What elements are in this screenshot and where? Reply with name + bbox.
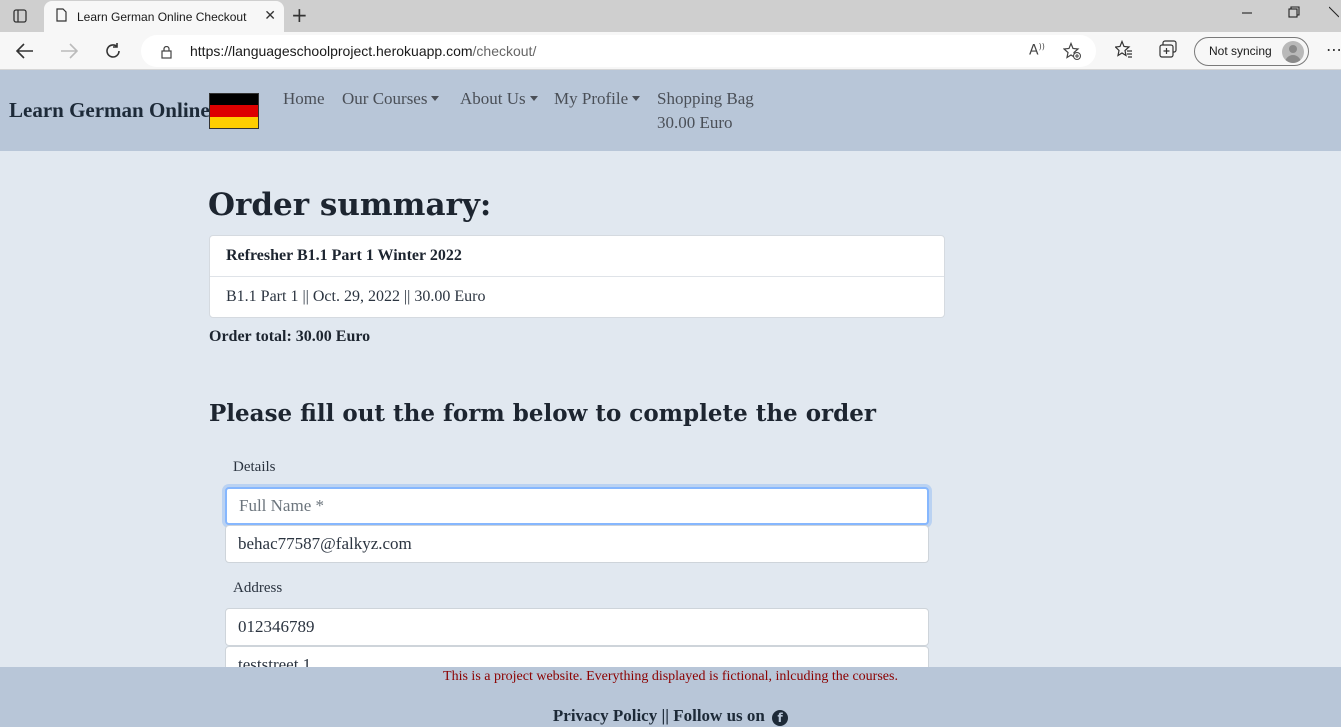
shopping-bag-total[interactable]: 30.00 Euro bbox=[657, 113, 733, 133]
read-aloud-icon[interactable]: A)) bbox=[1029, 42, 1045, 59]
collections-icon[interactable] bbox=[1159, 40, 1177, 62]
form-heading: Please fill out the form below to comple… bbox=[209, 400, 876, 427]
nav-home-link[interactable]: Home bbox=[283, 89, 325, 109]
footer-links: Privacy Policy || Follow us on f bbox=[0, 706, 1341, 726]
nav-our-courses-label: Our Courses bbox=[342, 89, 428, 108]
facebook-icon[interactable]: f bbox=[772, 710, 789, 726]
profile-sync-button[interactable]: Not syncing bbox=[1194, 37, 1309, 66]
url-path: /checkout/ bbox=[472, 43, 537, 59]
order-summary-card: Refresher B1.1 Part 1 Winter 2022 B1.1 P… bbox=[209, 235, 945, 318]
url-text: https://languageschoolproject.herokuapp.… bbox=[190, 43, 536, 59]
order-item-details: B1.1 Part 1 || Oct. 29, 2022 || 30.00 Eu… bbox=[226, 288, 486, 305]
caret-down-icon bbox=[431, 96, 440, 101]
email-input[interactable] bbox=[225, 525, 929, 563]
order-item-title: Refresher B1.1 Part 1 Winter 2022 bbox=[210, 236, 944, 277]
details-fieldset-label: Details bbox=[233, 459, 276, 475]
page-icon bbox=[56, 7, 67, 26]
site-footer: This is a project website. Everything di… bbox=[0, 667, 1341, 727]
nav-about-us-label: About Us bbox=[460, 89, 526, 108]
tab-title: Learn German Online Checkout bbox=[77, 9, 247, 24]
disclaimer-label: This is a project website. Everything di… bbox=[443, 669, 898, 684]
follow-us-label: Follow us on bbox=[673, 706, 765, 725]
footer-separator: || bbox=[661, 706, 669, 725]
brand-logo-text[interactable]: Learn German Online bbox=[9, 98, 210, 123]
sync-label: Not syncing bbox=[1209, 44, 1272, 58]
new-tab-icon[interactable]: + bbox=[291, 5, 308, 25]
nav-my-profile-label: My Profile bbox=[554, 89, 629, 108]
phone-input[interactable] bbox=[225, 608, 929, 646]
close-window-icon[interactable] bbox=[1328, 6, 1340, 22]
profile-avatar-icon bbox=[1282, 41, 1304, 63]
restore-icon[interactable] bbox=[1288, 6, 1300, 22]
add-favorite-icon[interactable] bbox=[1062, 41, 1081, 64]
lock-icon[interactable] bbox=[161, 44, 172, 59]
forward-icon[interactable] bbox=[58, 40, 80, 62]
german-flag-icon[interactable] bbox=[209, 93, 259, 129]
full-name-input[interactable] bbox=[225, 487, 929, 525]
browser-tab[interactable]: Learn German Online Checkout ✕ bbox=[44, 1, 284, 32]
tab-actions-icon[interactable] bbox=[8, 6, 32, 26]
nav-about-us-dropdown[interactable]: About Us bbox=[460, 89, 538, 109]
minimize-icon[interactable] bbox=[1241, 6, 1253, 22]
site-navbar: Learn German Online Home Our Courses Abo… bbox=[0, 70, 1341, 151]
refresh-icon[interactable] bbox=[102, 40, 124, 62]
disclaimer-text: This is a project website. Everything di… bbox=[0, 669, 1341, 685]
favorites-icon[interactable] bbox=[1114, 39, 1133, 62]
back-icon[interactable] bbox=[14, 40, 36, 62]
browser-address-bar: https://languageschoolproject.herokuapp.… bbox=[0, 32, 1341, 70]
caret-down-icon bbox=[632, 96, 641, 101]
nav-our-courses-dropdown[interactable]: Our Courses bbox=[342, 89, 440, 109]
tab-close-icon[interactable]: ✕ bbox=[264, 8, 276, 24]
privacy-policy-link[interactable]: Privacy Policy bbox=[553, 706, 657, 725]
nav-shopping-bag-link[interactable]: Shopping Bag bbox=[657, 89, 754, 109]
order-total: Order total: 30.00 Euro bbox=[209, 328, 371, 345]
more-menu-icon[interactable]: ⋯ bbox=[1326, 40, 1341, 59]
url-input[interactable]: https://languageschoolproject.herokuapp.… bbox=[141, 35, 1096, 67]
browser-tab-bar: Learn German Online Checkout ✕ + bbox=[0, 0, 1341, 32]
order-summary-heading: Order summary: bbox=[208, 187, 492, 223]
nav-my-profile-dropdown[interactable]: My Profile bbox=[554, 89, 641, 109]
caret-down-icon bbox=[529, 96, 538, 101]
url-host: https://languageschoolproject.herokuapp.… bbox=[190, 43, 473, 59]
address-fieldset-label: Address bbox=[233, 580, 283, 596]
